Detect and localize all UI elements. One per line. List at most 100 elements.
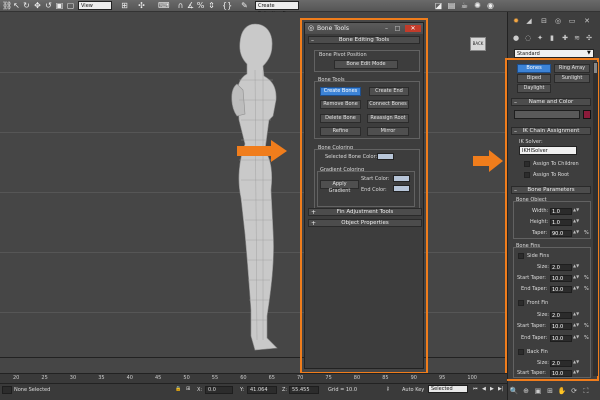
rollout-name-and-color[interactable]: – Name and Color <box>511 98 591 106</box>
selected-bone-color-swatch[interactable] <box>377 153 394 160</box>
spinner-snap-icon[interactable]: ⇕ <box>207 1 216 10</box>
next-frame-icon[interactable]: ▶| <box>498 386 504 392</box>
taper-spinner[interactable]: 90.0 <box>550 230 572 237</box>
render-production-icon[interactable]: ✺ <box>473 1 482 10</box>
create-tab-icon[interactable]: ✹ <box>511 16 521 26</box>
back-fin-size-spinner[interactable]: 2.0 <box>550 360 572 367</box>
side-fins-start-taper-spinner[interactable]: 10.0 <box>550 275 572 282</box>
remove-bone-button[interactable]: Remove Bone <box>320 100 361 109</box>
start-color-swatch[interactable] <box>393 175 410 182</box>
spinner-arrows-icon[interactable]: ▲▼ <box>573 219 579 226</box>
select-region-icon[interactable]: ▢ <box>66 1 75 10</box>
z-coordinate-field[interactable]: 55.455 <box>289 386 319 394</box>
object-type-daylight-button[interactable]: Daylight <box>517 84 551 93</box>
key-filter-dropdown[interactable]: Selected <box>428 385 468 393</box>
keyboard-shortcut-icon[interactable]: ⌨ <box>158 1 170 10</box>
go-to-start-icon[interactable]: ⏮ <box>473 386 478 392</box>
object-type-ring-array-button[interactable]: Ring Array <box>554 64 590 73</box>
bone-tools-titlebar[interactable]: ◎ Bone Tools – □ ✕ <box>305 23 423 34</box>
rollout-object-properties[interactable]: + Object Properties <box>308 219 422 227</box>
pivot-icon[interactable]: ⊞ <box>120 1 129 10</box>
spinner-arrows-icon[interactable]: ▲▼ <box>573 360 579 367</box>
systems-icon[interactable]: ✣ <box>584 33 594 43</box>
pan-icon[interactable]: ✋ <box>557 386 567 396</box>
script-listener-button[interactable] <box>2 386 12 394</box>
render-frame-icon[interactable]: ▤ <box>447 1 456 10</box>
viewport-left[interactable]: BACK <box>0 12 507 373</box>
material-editor-icon[interactable]: ◉ <box>486 1 495 10</box>
spinner-arrows-icon[interactable]: ▲▼ <box>573 208 579 215</box>
utilities-tab-icon[interactable]: ✕ <box>582 16 592 26</box>
scale-icon[interactable]: ▣ <box>55 1 64 10</box>
lock-icon[interactable]: 🔒 <box>175 386 181 392</box>
percent-snap-icon[interactable]: % <box>196 1 205 10</box>
rollout-fin-adjustment-tools[interactable]: + Fin Adjustment Tools <box>308 208 422 216</box>
spinner-arrows-icon[interactable]: ▲▼ <box>573 275 579 282</box>
object-type-biped-button[interactable]: Biped <box>517 74 551 83</box>
object-name-field[interactable] <box>514 110 580 119</box>
end-color-swatch[interactable] <box>393 185 410 192</box>
spinner-arrows-icon[interactable]: ▲▼ <box>573 312 579 319</box>
width-spinner[interactable]: 1.0 <box>550 208 572 215</box>
absolute-mode-icon[interactable]: ⊞ <box>186 386 190 392</box>
zoom-all-icon[interactable]: ⊕ <box>521 386 531 396</box>
zoom-icon[interactable]: 🔍 <box>509 386 519 396</box>
front-fin-end-taper-spinner[interactable]: 10.0 <box>550 335 572 342</box>
spinner-arrows-icon[interactable]: ▲▼ <box>573 264 579 271</box>
spinner-arrows-icon[interactable]: ▲▼ <box>573 230 579 237</box>
y-coordinate-field[interactable]: 41.064 <box>247 386 277 394</box>
zoom-extents-icon[interactable]: ▣ <box>533 386 543 396</box>
rollout-bone-parameters[interactable]: – Bone Parameters <box>511 186 591 194</box>
snap-icon[interactable]: ∩ <box>176 1 185 10</box>
render-setup-icon[interactable]: ◪ <box>434 1 443 10</box>
viewcube[interactable]: BACK <box>470 37 486 51</box>
named-selection-set-dropdown[interactable]: Create Selection S <box>255 1 299 17</box>
spinner-arrows-icon[interactable]: ▲▼ <box>573 286 579 293</box>
command-panel-scrollbar[interactable] <box>593 62 598 376</box>
reference-coordinate-dropdown[interactable]: View <box>78 1 112 10</box>
motion-tab-icon[interactable]: ◎ <box>553 16 563 26</box>
display-tab-icon[interactable]: ▭ <box>567 16 577 26</box>
link-icon[interactable]: ⛓ <box>2 1 12 10</box>
scrollbar-thumb[interactable] <box>594 63 597 73</box>
assign-to-children-checkbox[interactable] <box>524 161 530 167</box>
spinner-arrows-icon[interactable]: ▲▼ <box>573 323 579 330</box>
character-mesh[interactable] <box>215 20 295 360</box>
close-icon[interactable]: ✕ <box>405 25 421 32</box>
bone-edit-mode-button[interactable]: Bone Edit Mode <box>334 60 398 69</box>
select-icon[interactable]: ↖ <box>12 1 21 10</box>
rotate-icon[interactable]: ↻ <box>22 1 31 10</box>
named-selection-icon[interactable]: {} <box>222 1 232 10</box>
object-type-sunlight-button[interactable]: Sunlight <box>554 74 590 83</box>
rollout-ik-chain-assignment[interactable]: – IK Chain Assignment <box>511 127 591 135</box>
geometry-icon[interactable]: ● <box>511 33 521 43</box>
maximize-icon[interactable]: □ <box>393 25 402 32</box>
refine-button[interactable]: Refine <box>320 127 361 136</box>
shapes-icon[interactable]: ◌ <box>523 33 533 43</box>
side-fins-size-spinner[interactable]: 2.0 <box>550 264 572 271</box>
mirror-button[interactable]: Mirror <box>367 127 409 136</box>
spacewarps-icon[interactable]: ≋ <box>572 33 582 43</box>
create-bones-button[interactable]: Create Bones <box>320 87 361 96</box>
rotate-icon[interactable]: ↺ <box>44 1 53 10</box>
cameras-icon[interactable]: ▮ <box>547 33 557 43</box>
minimize-icon[interactable]: – <box>382 25 391 32</box>
back-fin-checkbox[interactable] <box>518 349 524 355</box>
key-icon[interactable]: ⚷ <box>386 386 390 392</box>
front-fin-size-spinner[interactable]: 2.0 <box>550 312 572 319</box>
auto-key-button[interactable]: Auto Key <box>402 387 424 393</box>
hierarchy-tab-icon[interactable]: ⊟ <box>539 16 549 26</box>
lights-icon[interactable]: ✦ <box>535 33 545 43</box>
delete-bone-button[interactable]: Delete Bone <box>320 114 361 123</box>
back-fin-start-taper-spinner[interactable]: 10.0 <box>550 370 572 377</box>
chevron-down-icon[interactable]: ▼ <box>587 50 591 56</box>
angle-snap-icon[interactable]: ∡ <box>186 1 195 10</box>
select-manipulate-icon[interactable]: ✣ <box>137 1 146 10</box>
orbit-icon[interactable]: ⟳ <box>569 386 579 396</box>
previous-frame-icon[interactable]: ◀ <box>482 386 486 392</box>
spinner-arrows-icon[interactable]: ▲▼ <box>573 335 579 342</box>
move-icon[interactable]: ✥ <box>33 1 42 10</box>
connect-bones-button[interactable]: Connect Bones <box>367 100 409 109</box>
edit-named-selection-icon[interactable]: ✎ <box>240 1 249 10</box>
apply-gradient-button[interactable]: Apply Gradient <box>320 180 359 194</box>
